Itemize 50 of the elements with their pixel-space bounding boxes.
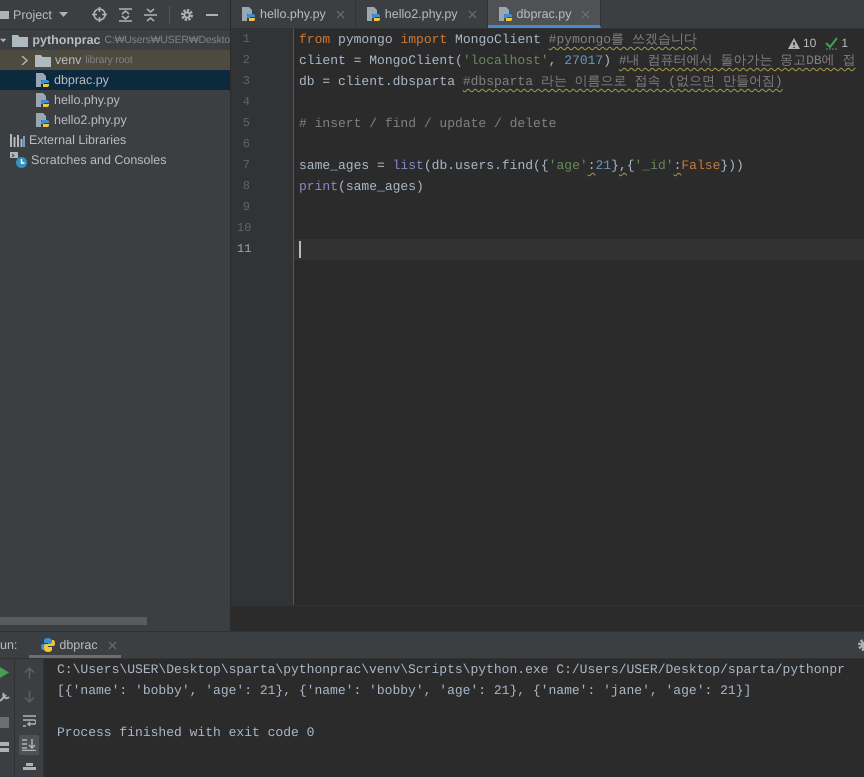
code-line: db = client.dbsparta #dbsparta 라는 이름으로 접속 (없으면 만들어짐) <box>299 73 783 91</box>
python-file-icon <box>498 6 513 22</box>
python-icon <box>41 638 56 652</box>
editor-tab[interactable]: dbprac.py <box>488 0 602 28</box>
folder-icon <box>12 34 28 46</box>
wrench-icon[interactable] <box>0 692 10 703</box>
bar-chart-icon <box>10 134 25 146</box>
python-file-icon <box>35 92 50 108</box>
python-file-icon <box>241 6 256 22</box>
layout-icon[interactable] <box>0 742 9 752</box>
console-line: [{'name': 'bobby', 'age': 21}, {'name': 'bobby', 'age': 21}, {'name': 'jane', 'age': 21}] <box>57 682 752 700</box>
print-icon[interactable] <box>22 763 36 770</box>
folder-icon <box>35 54 51 66</box>
code-line: # insert / find / update / delete <box>299 115 556 133</box>
minimize-icon[interactable] <box>206 14 218 16</box>
code-line: client = MongoClient('localhost', 27017) #내 컴퓨터에서 돌아가는 몽고DB에 접 <box>299 52 856 70</box>
check-icon <box>825 36 838 50</box>
python-file-icon <box>35 112 50 128</box>
console-line: C:\Users\USER\Desktop\sparta\pythonprac\venv\Scripts\python.exe C:/Users/USER/Desktop/sparta/pythonpr <box>57 661 846 679</box>
code-line: same_ages = list(db.users.find({'age':21},{'_id':False})) <box>299 157 744 175</box>
warning-icon <box>788 38 800 48</box>
scratch-clock-icon <box>10 152 27 168</box>
tree-item[interactable]: hello2.phy.py <box>0 110 230 130</box>
scrollbar-thumb[interactable] <box>0 617 147 625</box>
line-number: 11 <box>237 241 250 258</box>
soft-wrap-icon[interactable] <box>22 715 36 727</box>
panel-title-dropdown[interactable]: Project <box>0 8 52 22</box>
code-line: from pymongo import MongoClient #pymongo를 쓰겠습니다 <box>299 31 697 49</box>
panel-title: un: <box>0 638 18 652</box>
python-file-icon <box>35 72 50 88</box>
tree-item[interactable]: pythonprac C:₩Users₩USER₩Deskto <box>0 30 230 50</box>
tree-item[interactable]: venv library root <box>0 50 230 70</box>
tree-item[interactable]: External Libraries <box>0 130 230 150</box>
expand-all-icon[interactable] <box>119 8 132 22</box>
scroll-to-end-button[interactable] <box>19 735 39 755</box>
tree-item[interactable]: Scratches and Consoles <box>0 150 230 170</box>
code-line: print(same_ages) <box>299 178 424 196</box>
settings-icon[interactable] <box>857 638 864 652</box>
tree-item[interactable]: dbprac.py <box>0 70 230 90</box>
editor-tab[interactable]: hello2.phy.py <box>356 0 488 28</box>
tree-item[interactable]: hello.phy.py <box>0 90 230 110</box>
run-icon[interactable] <box>0 667 9 678</box>
settings-icon[interactable] <box>180 8 194 22</box>
run-tab[interactable]: dbprac <box>29 632 121 658</box>
caret-icon[interactable] <box>58 12 68 17</box>
console-line: Process finished with exit code 0 <box>57 724 316 742</box>
editor-tab[interactable]: hello.phy.py <box>231 0 356 28</box>
python-file-icon <box>366 6 381 22</box>
locate-icon[interactable] <box>92 7 107 22</box>
collapse-all-icon[interactable] <box>144 8 157 22</box>
